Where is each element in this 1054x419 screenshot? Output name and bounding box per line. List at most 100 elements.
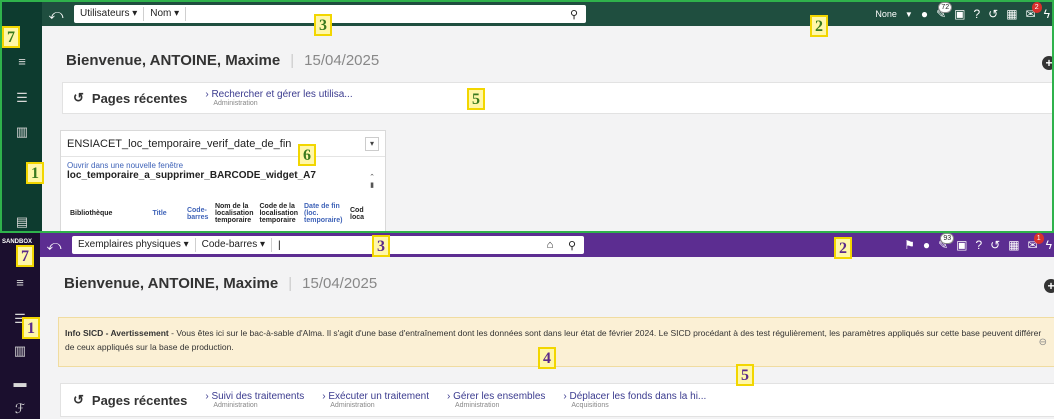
label-5: 5 — [736, 364, 754, 386]
recent-item-label: Déplacer les fonds dans la hi... — [569, 391, 707, 402]
history-icon[interactable]: ↺ — [988, 7, 998, 21]
toolbar-icons: None ▼ ● ✎ 72 ▣ ? ↺ ▦ ✉ 2 ϟ — [875, 2, 1052, 26]
column-header[interactable]: Title — [149, 201, 184, 226]
recent-item-sub: Administration — [213, 402, 258, 409]
user-icon[interactable]: ● — [923, 238, 930, 252]
recent-item[interactable]: › Suivi des traitements Administration — [205, 391, 304, 409]
history-icon[interactable]: ↺ — [990, 238, 1000, 252]
chevron-right-icon: › — [322, 391, 326, 402]
analytics-icon[interactable]: ▥ — [12, 124, 32, 140]
search-type-select[interactable]: Exemplaires physiques ▾ — [72, 238, 196, 252]
home-icon[interactable]: ⌂ — [540, 239, 560, 251]
location-icon[interactable]: ⚑ — [904, 238, 915, 252]
search-field-select[interactable]: Nom ▾ — [144, 7, 187, 21]
analytics-icon[interactable]: ▥ — [10, 343, 30, 359]
report-widget: ENSIACET_loc_temporaire_verif_date_de_fi… — [60, 130, 386, 231]
bolt-icon[interactable]: ϟ — [1046, 238, 1052, 252]
bolt-icon[interactable]: ϟ — [1044, 7, 1050, 21]
welcome-line: Bienvenue, ANTOINE, Maxime | 15/04/2025 — [64, 275, 377, 292]
search-input[interactable] — [272, 238, 540, 252]
recent-pages-title: ↺ Pages récentes — [61, 392, 187, 408]
help-icon[interactable]: ? — [973, 7, 980, 21]
column-header[interactable]: Code de la localisation temporaire — [256, 201, 301, 226]
label-7: 7 — [2, 26, 20, 48]
chart-icon[interactable]: ▤ — [12, 214, 32, 230]
screenshot-root: ≡ ☰ ▥ ▤ ⤺ Utilisateurs ▾ Nom ▾ ⚲ None ▼ … — [0, 0, 1054, 419]
column-header[interactable]: Date de fin (loc. temporaire) — [301, 201, 347, 226]
recent-item[interactable]: › Rechercher et gérer les utilisa... Adm… — [205, 89, 352, 107]
wrench-icon[interactable]: ℱ — [10, 401, 30, 417]
tasks-icon[interactable]: ✎ 93 — [938, 233, 955, 252]
grid-icon[interactable]: ▦ — [1008, 238, 1019, 252]
history-icon: ↺ — [73, 392, 84, 407]
help-icon[interactable]: ? — [975, 238, 982, 252]
search-icon[interactable]: ⚲ — [562, 8, 586, 21]
top-bar: ⤺ Exemplaires physiques ▾ Code-barres ▾ … — [40, 233, 1054, 257]
search-type-select[interactable]: Utilisateurs ▾ — [74, 7, 145, 21]
notification-badge: 1 — [1033, 233, 1044, 244]
recent-item-label: Exécuter un traitement — [328, 391, 429, 402]
search-icon[interactable]: ⚲ — [560, 239, 584, 252]
grid-icon[interactable]: ▦ — [1006, 7, 1017, 21]
label-4: 4 — [538, 347, 556, 369]
plus-icon[interactable]: + — [1042, 56, 1052, 70]
recent-item[interactable]: › Gérer les ensembles Administration — [447, 391, 545, 409]
column-header[interactable]: Cod loca — [347, 201, 367, 226]
welcome-name: Bienvenue, ANTOINE, Maxime — [64, 275, 279, 292]
label-6: 6 — [298, 144, 316, 166]
welcome-date: 15/04/2025 — [304, 52, 380, 69]
back-icon[interactable]: ⤺ — [40, 237, 68, 254]
search-field-select[interactable]: Code-barres ▾ — [196, 238, 273, 252]
recent-item-label: Gérer les ensembles — [453, 391, 546, 402]
notification-icon[interactable]: ✉ 2 — [1026, 2, 1042, 21]
chevron-down-icon[interactable]: ▼ — [905, 10, 913, 19]
column-header[interactable]: Nom de la localisation temporaire — [212, 201, 257, 226]
search-bar: Exemplaires physiques ▾ Code-barres ▾ ⌂ … — [72, 236, 584, 254]
menu-star-icon[interactable]: ≡ — [10, 275, 30, 291]
chevron-right-icon: › — [563, 391, 567, 402]
clipboard-icon[interactable]: ▣ — [956, 238, 967, 252]
widget-header: ENSIACET_loc_temporaire_verif_date_de_fi… — [61, 131, 385, 157]
widget-title: ENSIACET_loc_temporaire_verif_date_de_fi… — [67, 137, 292, 150]
chevron-right-icon: › — [447, 391, 451, 402]
label-3: 3 — [314, 14, 332, 36]
info-title: Info SICD - Avertissement — [65, 328, 169, 338]
clipboard-icon[interactable]: ▣ — [954, 7, 965, 21]
notification-badge: 2 — [1031, 2, 1042, 13]
menu-star-icon[interactable]: ≡ — [12, 54, 32, 70]
chevron-right-icon: › — [205, 391, 209, 402]
welcome-divider: | — [290, 52, 295, 69]
tasks-icon[interactable]: ✎ 72 — [936, 2, 953, 21]
recent-item[interactable]: › Déplacer les fonds dans la hi... Acqui… — [563, 391, 706, 409]
widget-open-link[interactable]: Ouvrir dans une nouvelle fenêtre — [61, 157, 385, 170]
chevron-right-icon: › — [205, 89, 209, 100]
label-1: 1 — [22, 317, 40, 339]
widget-report-name: loc_temporaire_a_supprimer_BARCODE_widge… — [67, 170, 316, 181]
plus-icon[interactable]: + — [1044, 279, 1054, 293]
recent-item-label: Rechercher et gérer les utilisa... — [211, 89, 353, 100]
label-2: 2 — [810, 15, 828, 37]
recent-pages-label: Pages récentes — [91, 392, 188, 408]
label-1: 1 — [26, 162, 44, 184]
recent-item[interactable]: › Exécuter un traitement Administration — [322, 391, 429, 409]
toolbar-icons: ⚑ ● ✎ 93 ▣ ? ↺ ▦ ✉ 1 ϟ — [904, 233, 1054, 257]
top-bar: ⤺ Utilisateurs ▾ Nom ▾ ⚲ None ▼ ● ✎ 72 ▣ … — [42, 2, 1052, 26]
location-select[interactable]: None — [875, 9, 897, 19]
inbox-icon[interactable]: ▬ — [10, 375, 30, 391]
close-icon[interactable]: ⊖ — [1039, 336, 1047, 350]
label-7: 7 — [16, 245, 34, 267]
user-icon[interactable]: ● — [921, 7, 928, 21]
search-input[interactable] — [186, 7, 562, 21]
widget-menu-button[interactable]: ▾ — [365, 136, 379, 151]
column-header[interactable]: Code-barres — [184, 201, 212, 226]
notification-icon[interactable]: ✉ 1 — [1028, 233, 1044, 252]
welcome-date: 15/04/2025 — [302, 275, 378, 292]
widget-scrollbar[interactable]: ⌃ ▮ — [367, 173, 377, 199]
tasks-badge: 72 — [938, 2, 953, 13]
list-icon[interactable]: ☰ — [12, 90, 32, 106]
back-icon[interactable]: ⤺ — [42, 6, 70, 23]
column-header[interactable]: Bibliothèque — [67, 201, 149, 226]
tasks-badge: 93 — [940, 233, 955, 244]
recent-item-sub: Administration — [213, 100, 258, 107]
top-panel: ≡ ☰ ▥ ▤ ⤺ Utilisateurs ▾ Nom ▾ ⚲ None ▼ … — [0, 0, 1054, 233]
